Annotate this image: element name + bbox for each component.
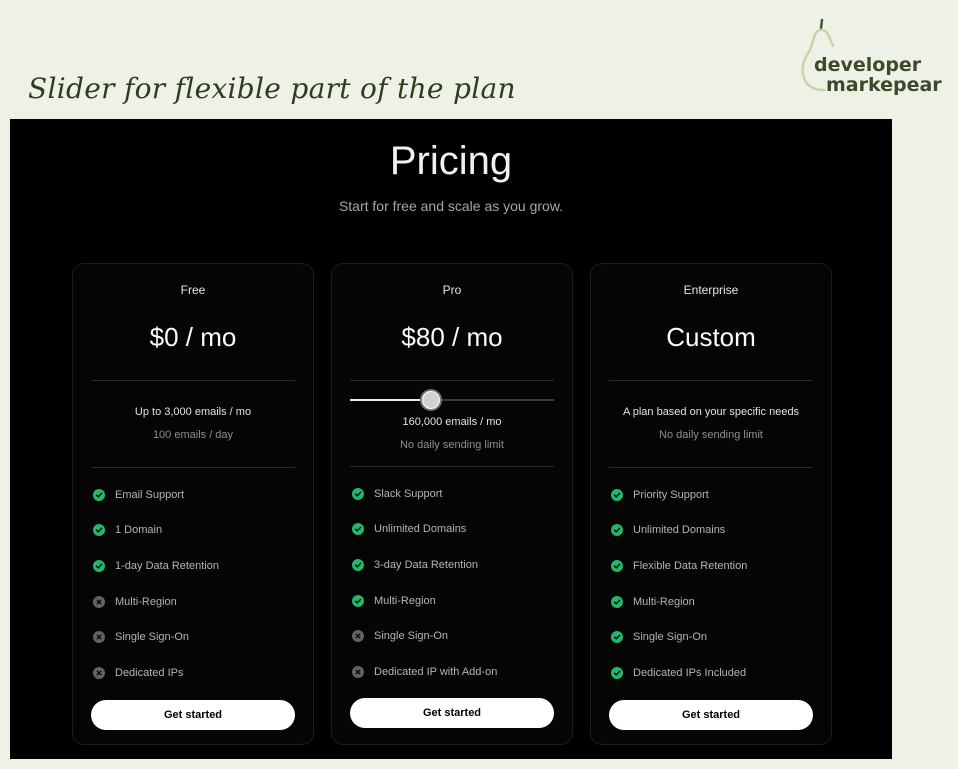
feature-label: Dedicated IP with Add-on [374,665,498,678]
plan-limit: No daily sending limit [659,429,763,441]
plan-card-enterprise: Enterprise Custom A plan based on your s… [590,263,832,745]
divider [91,380,295,381]
feature-label: Single Sign-On [115,631,189,644]
feature-label: Priority Support [633,488,709,501]
plan-limit: 100 emails / day [152,429,234,441]
feature-item: Unlimited Domains [611,513,819,549]
get-started-button[interactable]: Get started [609,700,813,730]
feature-item: Single Sign-On [611,619,819,655]
feature-item: 1 Domain [93,513,301,549]
feature-item: Single Sign-On [352,618,560,654]
check-icon [352,487,364,500]
feature-label: Dedicated IPs Included [633,666,747,679]
check-icon [611,595,623,608]
page-title: Pricing [389,139,513,183]
plan-price: Custom [666,322,756,352]
feature-item: Flexible Data Retention [611,548,819,584]
feature-item: 1-day Data Retention [93,548,301,584]
feature-label: Unlimited Domains [374,523,467,536]
feature-label: Email Support [115,488,185,501]
check-icon [352,523,364,536]
plan-card-pro: Pro $80 / mo 160,000 emails / mo No dail… [331,263,573,745]
feature-label: Single Sign-On [633,631,707,644]
page-subtitle: Start for free and scale as you grow. [338,198,564,214]
divider [91,467,295,468]
check-icon [611,524,623,537]
feature-item: Multi-Region [352,583,560,619]
feature-label: Multi-Region [374,594,436,607]
feature-label: 1 Domain [115,524,163,537]
feature-label: Slack Support [374,487,443,500]
feature-item: 3-day Data Retention [352,547,560,583]
get-started-button[interactable]: Get started [350,698,554,728]
feature-item: Unlimited Domains [352,512,560,548]
check-icon [611,559,623,572]
plan-limit: No daily sending limit [400,439,504,451]
feature-label: Unlimited Domains [633,524,726,537]
check-icon [611,666,623,679]
plan-price: $80 / mo [401,322,503,352]
feature-item: Single Sign-On [93,619,301,655]
divider [609,380,813,381]
feature-item: Multi-Region [93,584,301,620]
divider [350,380,554,381]
email-volume-slider[interactable] [350,390,554,410]
slider-thumb[interactable] [421,391,440,409]
cross-icon [352,665,364,678]
cross-icon [93,631,105,644]
pricing-panel: Pricing Start for free and scale as you … [10,119,892,759]
plan-price: $0 / mo [149,322,237,352]
feature-label: Flexible Data Retention [633,559,748,572]
feature-list: Priority Support Unlimited Domains Flexibl… [611,477,819,691]
plan-quota: A plan based on your specific needs [622,406,800,418]
cross-icon [93,595,105,608]
feature-label: 1-day Data Retention [115,559,219,572]
feature-item: Priority Support [611,477,819,513]
slider-fill [350,399,430,401]
feature-label: Multi-Region [115,595,177,608]
plan-name: Pro [442,283,462,297]
divider [609,467,813,468]
plan-name: Free [180,283,206,297]
cross-icon [352,630,364,643]
feature-label: Multi-Region [633,595,695,608]
feature-item: Dedicated IP with Add-on [352,654,560,690]
feature-item: Slack Support [352,476,560,512]
check-icon [352,594,364,607]
plan-name: Enterprise [683,283,739,297]
check-icon [93,488,105,501]
check-icon [611,488,623,501]
get-started-button[interactable]: Get started [91,700,295,730]
feature-label: Single Sign-On [374,630,448,643]
feature-label: 3-day Data Retention [374,558,478,571]
feature-item: Dedicated IPs [93,655,301,691]
feature-list: Slack Support Unlimited Domains 3-day Data… [352,476,560,690]
plan-card-free: Free $0 / mo Up to 3,000 emails / mo 100… [72,263,314,745]
check-icon [352,558,364,571]
check-icon [611,631,623,644]
cross-icon [93,666,105,679]
plan-quota: Up to 3,000 emails / mo [134,406,252,418]
feature-item: Multi-Region [611,584,819,620]
feature-item: Email Support [93,477,301,513]
feature-item: Dedicated IPs Included [611,655,819,691]
check-icon [93,524,105,537]
feature-label: Dedicated IPs [115,666,184,679]
check-icon [93,559,105,572]
divider [350,466,554,467]
plan-quota: 160,000 emails / mo [402,416,502,428]
feature-list: Email Support 1 Domain 1-day Data Retentio… [93,477,301,691]
